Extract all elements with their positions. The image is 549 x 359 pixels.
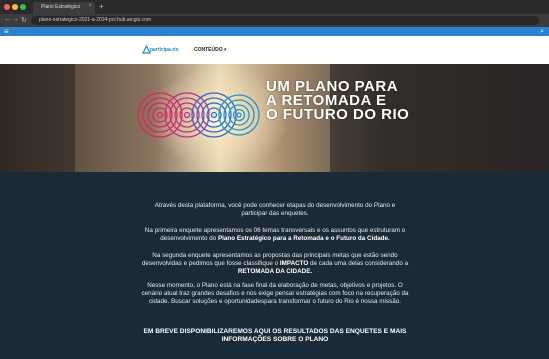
current-stage-line-2: cenário atual traz grandes desafios e no… [141, 290, 409, 297]
tab-close-icon[interactable]: × [88, 3, 92, 9]
plan-name-highlight: Plano Estratégico para a Retomada e o Fu… [217, 235, 390, 242]
address-bar[interactable]: plano-estrategico-2021-a-2024-pcr.hub.ar… [31, 16, 539, 25]
current-stage-paragraph: Nesse momento, o Plano está na fase fina… [110, 282, 440, 306]
site-header: participa.rio CONTEÚDO ▾ [0, 36, 549, 64]
first-survey-text: desenvolvimento do [160, 235, 218, 242]
browser-tab[interactable]: Plano Estratégico × [33, 2, 95, 14]
site-top-bar: ≡ ⌕ [0, 27, 549, 36]
second-survey-line-2: desenvolvidas e pedimos que fosse classi… [110, 260, 440, 268]
tab-title: Plano Estratégico [41, 4, 81, 10]
intro-paragraph: Através desta plataforma, você pode conh… [110, 202, 440, 218]
new-tab-button[interactable]: + [99, 2, 104, 11]
second-survey-text: desenvolvidas e pedimos que fosse classi… [141, 260, 280, 267]
first-survey-line-1: Na primeira enquete apresentamos os 06 t… [144, 227, 406, 234]
search-icon[interactable]: ⌕ [540, 27, 544, 36]
second-survey-paragraph: Na segunda enquete apresentamos as propo… [110, 252, 440, 276]
hero-building-left [0, 64, 75, 172]
coming-soon-line-2: INFORMAÇÕES SOBRE O PLANO [221, 336, 329, 343]
hero-title-line-3: O FUTURO DO RIO [266, 106, 410, 123]
plan-logo-circles [137, 92, 260, 138]
browser-toolbar: ← → ↻ plano-estrategico-2021-a-2024-pcr.… [0, 14, 549, 27]
back-button[interactable]: ← [4, 16, 11, 23]
second-survey-line-3: RETOMADA DA CIDADE. [110, 268, 440, 276]
content-menu[interactable]: CONTEÚDO ▾ [194, 47, 227, 53]
intro-line-2: participar das enquetes. [241, 210, 309, 217]
close-window-button[interactable] [4, 4, 10, 10]
forward-button[interactable]: → [12, 16, 19, 23]
content-section: Através desta plataforma, você pode conh… [0, 172, 549, 359]
intro-line-1: Através desta plataforma, você pode conh… [154, 202, 396, 209]
city-retake-highlight: RETOMADA DA CIDADE. [237, 268, 313, 275]
coming-soon-line-1: EM BREVE DISPONIBILIZAREMOS AQUI OS RESU… [143, 328, 407, 335]
current-stage-line-3: cidade. Buscar soluções e oportunidadesp… [148, 298, 401, 305]
first-survey-line-2: desenvolvimento do Plano Estratégico par… [110, 235, 440, 243]
first-survey-paragraph: Na primeira enquete apresentamos os 06 t… [110, 227, 440, 243]
coming-soon-notice: EM BREVE DISPONIBILIZAREMOS AQUI OS RESU… [100, 328, 450, 344]
impact-highlight: IMPACTO [279, 260, 309, 267]
browser-tab-bar: Plano Estratégico × + [0, 0, 549, 14]
hero-banner: UM PLANO PARA A RETOMADA E O FUTURO DO R… [0, 64, 549, 172]
minimize-window-button[interactable] [12, 4, 18, 10]
reload-button[interactable]: ↻ [21, 16, 27, 24]
hero-title: UM PLANO PARA A RETOMADA E O FUTURO DO R… [266, 79, 466, 123]
second-survey-line-1: Na segunda enquete apresentamos as propo… [152, 252, 398, 259]
logo-text: participa.rio [150, 47, 179, 53]
current-stage-line-1: Nesse momento, o Plano está na fase fina… [147, 282, 403, 289]
url-text: plano-estrategico-2021-a-2024-pcr.hub.ar… [39, 17, 152, 23]
maximize-window-button[interactable] [20, 4, 26, 10]
menu-icon[interactable]: ≡ [4, 27, 9, 36]
circle-cyan [218, 94, 260, 136]
second-survey-text-end: de cada uma delas considerando a [308, 260, 409, 267]
